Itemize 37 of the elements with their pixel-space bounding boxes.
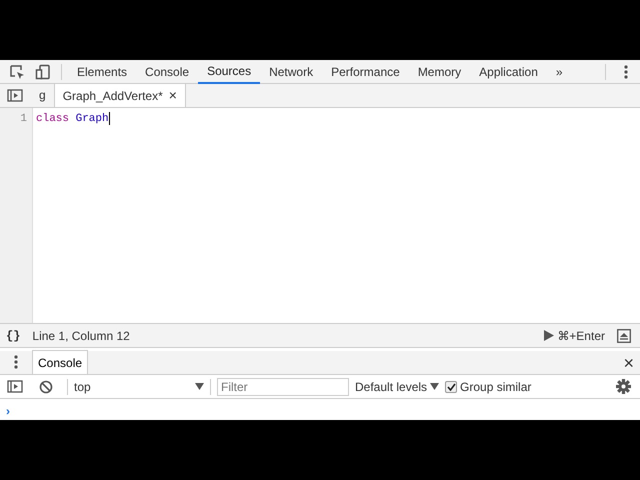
panel-tab[interactable]: Application	[470, 60, 547, 84]
drawer-menu-icon[interactable]	[14, 355, 18, 369]
settings-icon[interactable]	[616, 379, 631, 394]
pretty-print-button[interactable]: {}	[6, 326, 20, 344]
panel-tab[interactable]: Network	[260, 60, 322, 84]
panel-tab[interactable]: Console	[136, 60, 198, 84]
line-number: 1	[19, 112, 27, 127]
navigator-toggle-icon[interactable]	[7, 89, 23, 102]
inspect-icon[interactable]	[9, 64, 25, 80]
filter-field[interactable]: Filter	[217, 378, 349, 396]
text-cursor	[108, 112, 110, 125]
dropdown-arrow-icon	[195, 383, 204, 390]
drawer-toggle-icon[interactable]	[617, 328, 631, 342]
check-icon	[446, 382, 456, 390]
checkbox-label: Group similar	[460, 378, 532, 396]
panel-tab[interactable]: Memory	[408, 60, 470, 84]
context-selector[interactable]: top	[74, 378, 204, 396]
more-tabs-button[interactable]: »	[546, 60, 572, 84]
drawer-tab[interactable]: Console	[32, 350, 88, 374]
file-tab[interactable]: Graph_AddVertex* ×	[54, 83, 186, 107]
panel-tab[interactable]: Elements	[68, 60, 136, 84]
run-icon[interactable]	[544, 330, 554, 341]
log-levels-dropdown[interactable]: Default levels	[355, 378, 440, 396]
group-similar-checkbox[interactable]	[445, 380, 458, 392]
run-shortcut: ⌘+Enter	[557, 328, 605, 344]
sidebar-toggle-icon[interactable]	[7, 380, 23, 393]
more-menu-icon[interactable]	[624, 64, 628, 78]
console-prompt: ›	[6, 403, 10, 420]
panel-tab[interactable]: Performance	[322, 60, 409, 84]
file-tab[interactable]: g	[31, 83, 54, 107]
cursor-position: Line 1, Column 12	[32, 328, 130, 344]
close-drawer-button[interactable]: ×	[623, 352, 634, 374]
clear-console-icon[interactable]	[39, 380, 53, 394]
code-line: class Graph	[36, 111, 110, 127]
close-tab-button[interactable]: ×	[168, 85, 177, 106]
dropdown-arrow-icon	[430, 383, 440, 390]
device-icon[interactable]	[35, 64, 51, 80]
